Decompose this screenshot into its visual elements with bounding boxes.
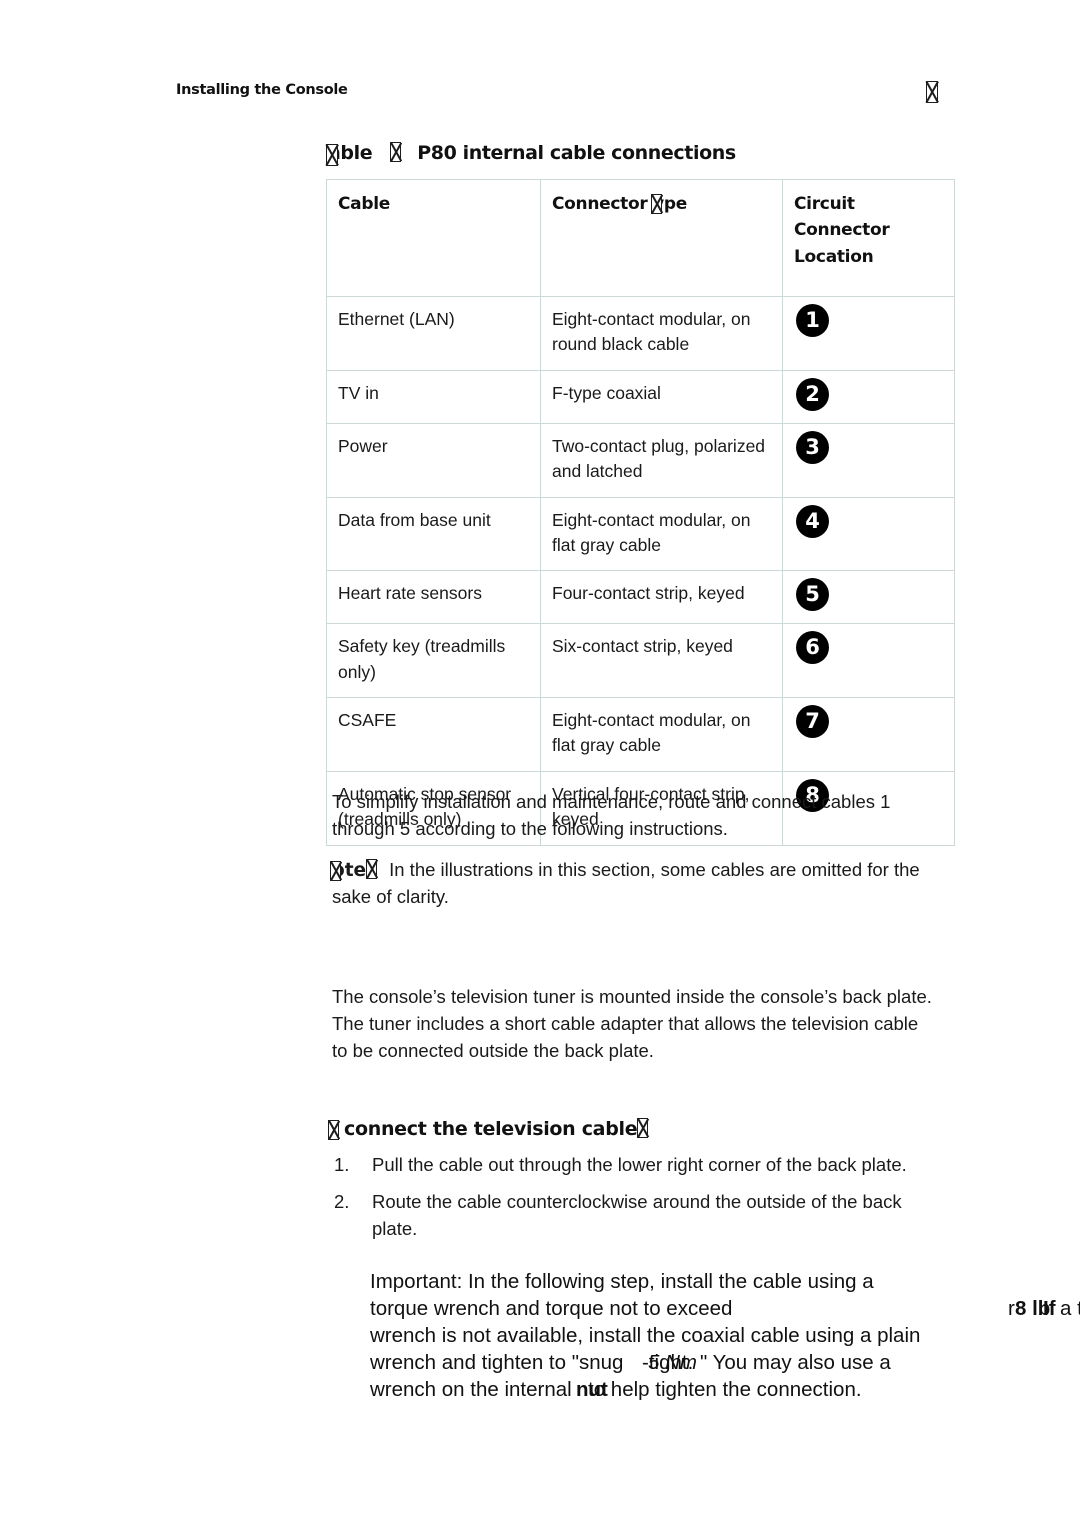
step-number: 2.: [334, 1190, 350, 1212]
column-header-cable: Cable: [326, 178, 541, 298]
list-item: 1. Pull the cable out through the lower …: [330, 1152, 930, 1179]
procedure-heading-text: connect the television cable: [344, 1118, 638, 1140]
cell-cable: Data from base unit: [326, 496, 541, 572]
cell-cable: Heart rate sensors: [326, 570, 541, 625]
important-line-base: wrench and tighten to "snug: [370, 1351, 624, 1374]
connector-location-badge: 5: [796, 578, 829, 612]
tuner-text-block: The console’s television tuner is mounte…: [332, 984, 932, 1078]
cable-connections-table: Cable Connector ype Circuit Connector Lo…: [326, 178, 955, 846]
cell-cable: Power: [326, 422, 541, 498]
heading-colon-missing-glyph-icon: [637, 1118, 649, 1138]
procedure-heading: connect the television cable: [328, 1118, 649, 1140]
note-label: ote: [330, 858, 378, 881]
cell-cable: TV in: [326, 369, 541, 424]
cell-connector: Four-contact strip, keyed: [540, 570, 783, 625]
important-overlap-fragment: r: [1008, 1297, 1015, 1320]
important-line-base: wrench on the internal: [370, 1378, 572, 1401]
table-row: TV in F-type coaxial 2: [326, 369, 955, 424]
cell-cable: Safety key (treadmills only): [326, 623, 541, 699]
table-row: CSAFE Eight-contact modular, on flat gra…: [326, 697, 955, 772]
table-row: Safety key (treadmills only) Six-contact…: [326, 623, 955, 699]
cell-location: 2: [782, 369, 955, 424]
cell-location: 4: [782, 496, 955, 572]
column-header-circuit-connector-location: Circuit Connector Location: [782, 178, 955, 298]
important-notice-block: Important: In the following step, instal…: [370, 1268, 1080, 1403]
table-row: Ethernet (LAN) Eight-contact modular, on…: [326, 296, 955, 371]
running-header: Installing the Console: [176, 81, 956, 108]
cell-location: 1: [782, 296, 955, 371]
running-header-title: Installing the Console: [176, 82, 348, 98]
cell-connector: Six-contact strip, keyed: [540, 623, 783, 699]
table-row: Data from base unit Eight-contact modula…: [326, 496, 955, 572]
connector-location-badge: 4: [796, 504, 829, 538]
column-header-connector-type: Connector ype: [540, 178, 783, 298]
table-row: Power Two-contact plug, polarized and la…: [326, 422, 955, 498]
cell-connector: F-type coaxial: [540, 369, 783, 424]
important-overlap-fragment: a torque: [1060, 1297, 1080, 1320]
step-text: Route the cable counterclockwise around …: [372, 1190, 902, 1239]
important-overlap-fragment: 5 Nm: [648, 1351, 697, 1374]
cell-connector: Eight-contact modular, on flat gray cabl…: [540, 697, 783, 772]
table-header-row: Cable Connector ype Circuit Connector Lo…: [326, 178, 955, 298]
connector-location-badge: 6: [796, 631, 829, 665]
table-caption: able P80 internal cable connections: [326, 142, 736, 166]
document-page: Installing the Console able P80 internal …: [0, 0, 1080, 1535]
intro-paragraph: To simplify installation and maintenance…: [332, 791, 891, 839]
important-line: torque wrench and torque not to exceed r…: [370, 1295, 1080, 1322]
list-item: 2. Route the cable counterclockwise arou…: [330, 1189, 930, 1243]
intro-text-block: To simplify installation and maintenance…: [330, 789, 932, 925]
connector-location-badge: 7: [796, 705, 829, 739]
caption-number-missing-glyph-icon: [390, 142, 402, 162]
note-paragraph: ote In the illustrations in this section,…: [330, 857, 932, 912]
cell-location: 5: [782, 570, 955, 625]
procedure-step-list: 1. Pull the cable out through the lower …: [330, 1152, 930, 1252]
connector-location-badge: 1: [796, 304, 829, 338]
table-row: Heart rate sensors Four-contact strip, k…: [326, 570, 955, 625]
tuner-paragraph: The console’s television tuner is mounte…: [332, 986, 932, 1061]
step-text: Pull the cable out through the lower rig…: [372, 1154, 907, 1175]
cell-cable: CSAFE: [326, 697, 541, 772]
important-overlap-fragment: to help tighten the connection.: [588, 1378, 862, 1401]
important-line: wrench on the internal nut to help tight…: [370, 1376, 1020, 1403]
important-line-base: wrench is not available, install the coa…: [370, 1324, 921, 1347]
cell-connector: Two-contact plug, polarized and latched: [540, 422, 783, 498]
cell-connector: Eight-contact modular, on flat gray cabl…: [540, 496, 783, 572]
cell-connector: Eight-contact modular, on round black ca…: [540, 296, 783, 371]
important-line: wrench is not available, install the coa…: [370, 1322, 1020, 1349]
important-line-base: Important: In the following step, instal…: [370, 1270, 874, 1293]
cell-cable: Ethernet (LAN): [326, 296, 541, 371]
important-line: wrench and tighten to "snug -tight. 5 Nm…: [370, 1349, 1020, 1376]
connector-location-badge: 2: [796, 377, 829, 411]
cell-location: 3: [782, 422, 955, 498]
important-line: Important: In the following step, instal…: [370, 1268, 1020, 1295]
connector-location-badge: 3: [796, 430, 829, 464]
important-overlap-fragment: If: [1043, 1297, 1056, 1320]
cell-location: 6: [782, 623, 955, 699]
cell-location: 7: [782, 697, 955, 772]
step-number: 1.: [334, 1154, 350, 1175]
page-number-missing-glyph-icon: [926, 81, 938, 104]
important-line-base: torque wrench and torque not to exceed: [370, 1297, 733, 1320]
important-overlap-fragment: " You may also use a: [700, 1351, 891, 1374]
note-text: In the illustrations in this section, so…: [332, 858, 920, 908]
caption-title-text: P80 internal cable connections: [417, 142, 736, 164]
note-colon-missing-glyph-icon: [366, 858, 378, 879]
